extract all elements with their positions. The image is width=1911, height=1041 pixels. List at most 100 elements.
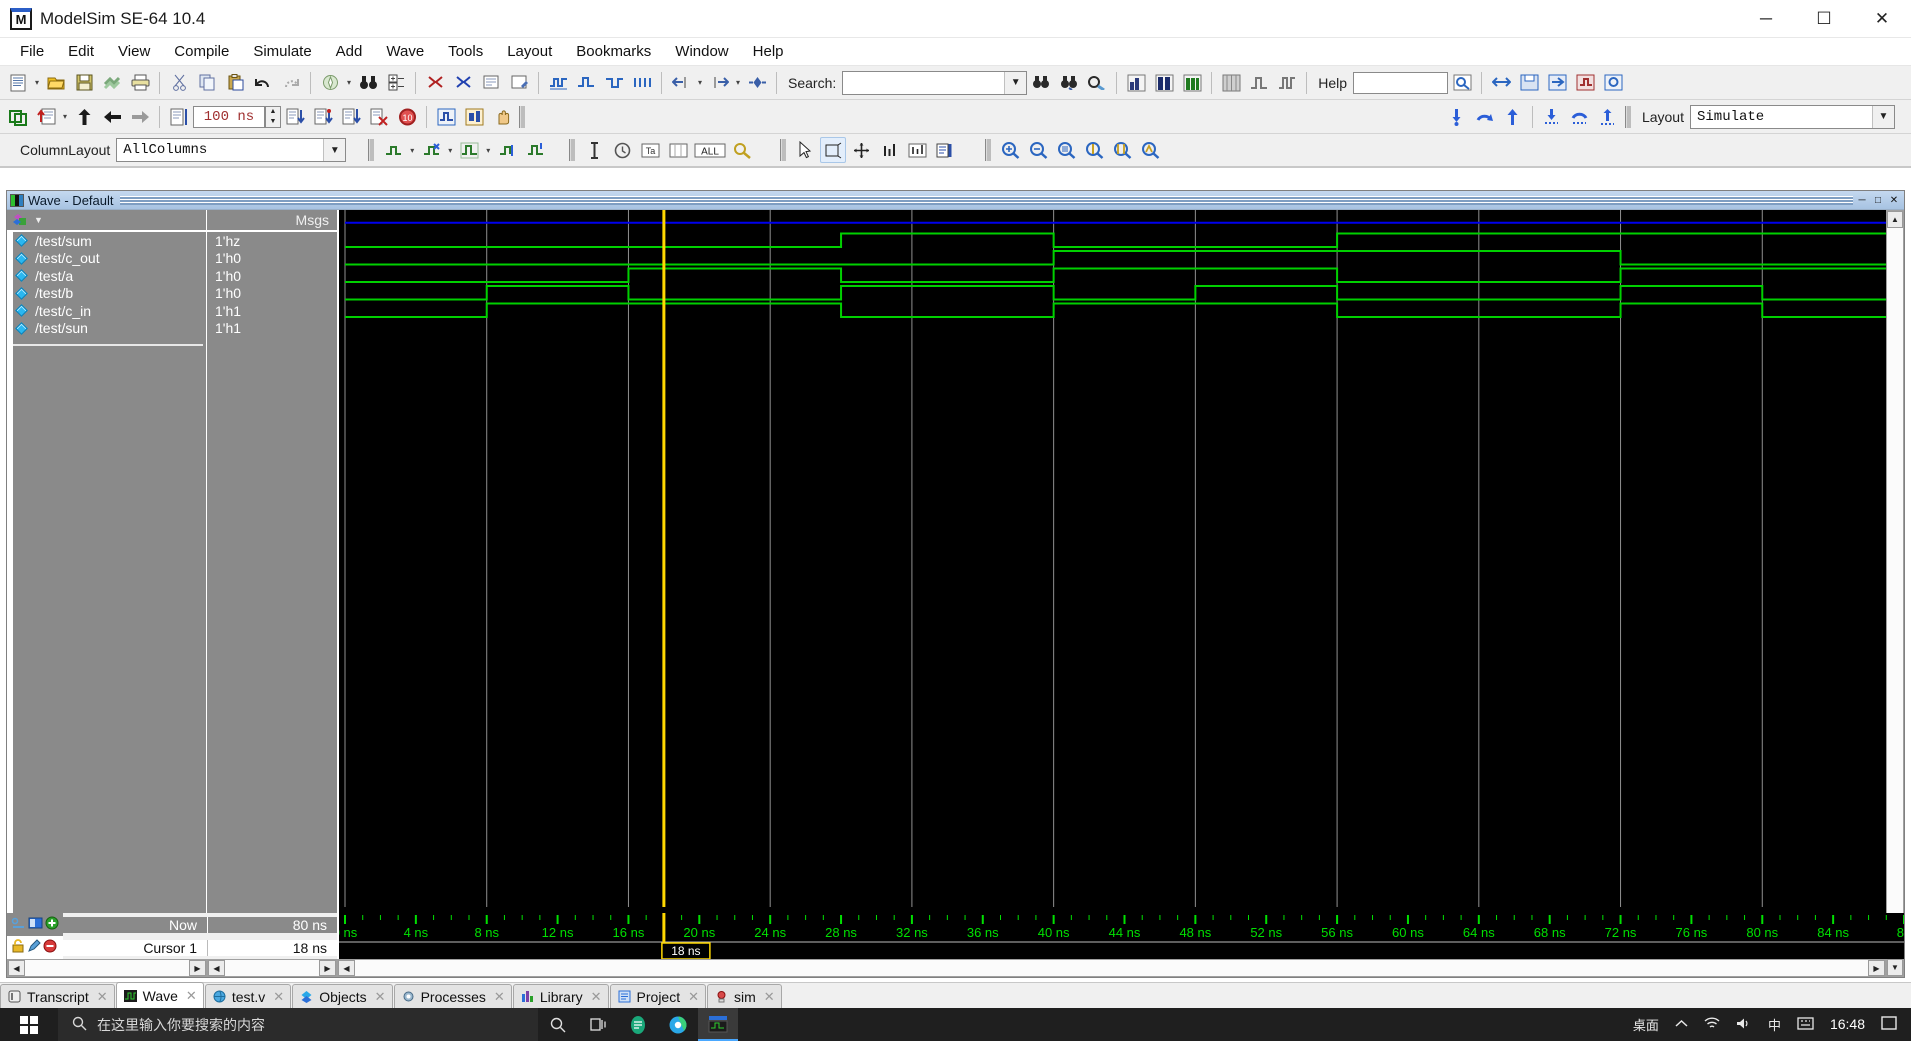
wave-clock-icon[interactable] <box>609 137 635 163</box>
cursor-center-icon[interactable] <box>744 70 770 96</box>
wave-search-icon[interactable] <box>729 137 755 163</box>
wave-add-cursor-icon[interactable] <box>380 137 406 163</box>
copy-icon[interactable] <box>194 70 220 96</box>
signal-row-b[interactable]: /test/b <box>7 285 206 303</box>
paste-icon[interactable] <box>222 70 248 96</box>
stop-break-icon[interactable]: 10 <box>394 104 420 130</box>
step-forward-icon[interactable] <box>127 104 153 130</box>
scroll-left-button[interactable]: ◀ <box>208 960 225 976</box>
menu-simulate[interactable]: Simulate <box>241 39 323 64</box>
wave-format-green-icon[interactable] <box>1179 70 1205 96</box>
columnlayout-combo[interactable]: AllColumns ▼ <box>116 138 347 162</box>
wave-sort2-icon[interactable] <box>904 137 930 163</box>
scroll-track[interactable] <box>25 960 189 976</box>
tab-wave[interactable]: Wave ✕ <box>115 982 204 1008</box>
scroll-track[interactable] <box>1887 228 1903 959</box>
run-icon[interactable] <box>282 104 308 130</box>
tab-library[interactable]: Library ✕ <box>512 984 609 1008</box>
wave-edge2-icon[interactable] <box>1274 70 1300 96</box>
tab-close-icon[interactable]: ✕ <box>688 989 699 1005</box>
tab-test-v[interactable]: test.v ✕ <box>204 984 292 1008</box>
zoom-cursor-icon[interactable] <box>1081 137 1107 163</box>
tab-objects[interactable]: Objects ✕ <box>292 984 393 1008</box>
step-over-icon[interactable] <box>1472 104 1498 130</box>
signal-row-sum[interactable]: /test/sum <box>7 232 206 250</box>
volume-icon[interactable] <box>1736 1017 1752 1033</box>
lock-icon[interactable] <box>11 939 25 956</box>
wave-stretch-icon[interactable] <box>601 70 627 96</box>
tab-close-icon[interactable]: ✕ <box>764 989 775 1005</box>
menu-help[interactable]: Help <box>741 39 796 64</box>
wave-maximize-button[interactable]: □ <box>1871 194 1885 207</box>
zoom-out-icon[interactable] <box>1025 137 1051 163</box>
cursor-prev-icon[interactable] <box>668 70 694 96</box>
task-view-icon[interactable] <box>578 1008 618 1041</box>
step-out-instr-icon[interactable] <box>1595 104 1621 130</box>
columnlayout-value[interactable]: AllColumns <box>117 142 323 158</box>
tab-close-icon[interactable]: ✕ <box>273 989 284 1005</box>
signal-row-sun[interactable]: /test/sun <box>7 320 206 338</box>
menu-compile[interactable]: Compile <box>162 39 241 64</box>
cut-icon[interactable] <box>166 70 192 96</box>
layout-combo[interactable]: Simulate ▼ <box>1690 104 1895 129</box>
add-cursor-icon[interactable] <box>45 916 59 933</box>
print-icon[interactable] <box>127 70 153 96</box>
keyboard-icon[interactable] <box>1797 1016 1814 1033</box>
tab-close-icon[interactable]: ✕ <box>97 989 108 1005</box>
zoom-in-icon[interactable] <box>997 137 1023 163</box>
wave-save-format-icon[interactable] <box>1516 70 1542 96</box>
delete-cursor-icon[interactable] <box>43 939 57 956</box>
run-length-icon[interactable] <box>166 104 192 130</box>
stepper-up[interactable]: ▲ <box>266 107 280 117</box>
step-up-icon[interactable] <box>71 104 97 130</box>
menu-edit[interactable]: Edit <box>56 39 106 64</box>
break-blue-x-icon[interactable] <box>450 70 476 96</box>
zoom-last-icon[interactable] <box>1137 137 1163 163</box>
step-out-icon[interactable] <box>1500 104 1526 130</box>
select-move-icon[interactable] <box>848 137 874 163</box>
cursor-next-icon[interactable] <box>706 70 732 96</box>
compile-icon[interactable] <box>99 70 125 96</box>
annotate-edit-icon[interactable] <box>506 70 532 96</box>
wave-insert2-icon[interactable] <box>573 70 599 96</box>
tab-processes[interactable]: Processes ✕ <box>393 984 512 1008</box>
stepper-down[interactable]: ▼ <box>266 117 280 127</box>
wave-group-icon[interactable] <box>456 137 482 163</box>
scroll-track[interactable] <box>225 960 319 976</box>
desktop-label[interactable]: 桌面 <box>1633 1015 1659 1034</box>
menu-file[interactable]: File <box>8 39 56 64</box>
wave-delete-cursor-icon[interactable] <box>418 137 444 163</box>
find-binoculars-icon[interactable] <box>355 70 381 96</box>
signal-row-a[interactable]: /test/a <box>7 267 206 285</box>
maximize-button[interactable]: ☐ <box>1795 0 1853 37</box>
minimize-button[interactable]: ─ <box>1737 0 1795 37</box>
network-icon[interactable] <box>1704 1016 1720 1033</box>
signal-names-hscrollbar[interactable]: ◀ ▶ <box>7 959 207 977</box>
layout-dropdown-caret[interactable]: ▼ <box>1872 105 1894 128</box>
save-icon[interactable] <box>71 70 97 96</box>
wave-group-caret[interactable]: ▾ <box>483 146 493 155</box>
break-red-x-icon[interactable] <box>422 70 448 96</box>
redo-icon[interactable] <box>278 70 304 96</box>
cursor-prev-caret[interactable]: ▾ <box>695 78 705 87</box>
pan-hand-icon[interactable] <box>489 104 515 130</box>
compile-dropdown-caret[interactable]: ▾ <box>344 78 354 87</box>
run-continue-icon[interactable] <box>310 104 336 130</box>
tab-close-icon[interactable]: ✕ <box>186 988 197 1004</box>
select-pointer-icon[interactable] <box>792 137 818 163</box>
wave-cursor-bar-icon[interactable] <box>581 137 607 163</box>
wave-window-titlebar[interactable]: Wave - Default ─ □ ✕ <box>7 191 1904 210</box>
wave-minimize-button[interactable]: ─ <box>1855 194 1869 207</box>
search-prev-icon[interactable] <box>1028 70 1054 96</box>
run-length-input[interactable]: 100 ns <box>193 105 265 128</box>
wave-radix-icon[interactable]: Ta <box>637 137 663 163</box>
ime-icon[interactable]: 中 <box>1768 1015 1781 1034</box>
wave-window-grip[interactable] <box>119 195 1853 205</box>
wave-compare-icon[interactable] <box>5 104 31 130</box>
wave-close-button[interactable]: ✕ <box>1887 194 1901 207</box>
menu-window[interactable]: Window <box>663 39 740 64</box>
tab-close-icon[interactable]: ✕ <box>375 989 386 1005</box>
scroll-left-button[interactable]: ◀ <box>338 960 355 976</box>
step-into-icon[interactable] <box>1444 104 1470 130</box>
scroll-right-button[interactable]: ▶ <box>189 960 206 976</box>
